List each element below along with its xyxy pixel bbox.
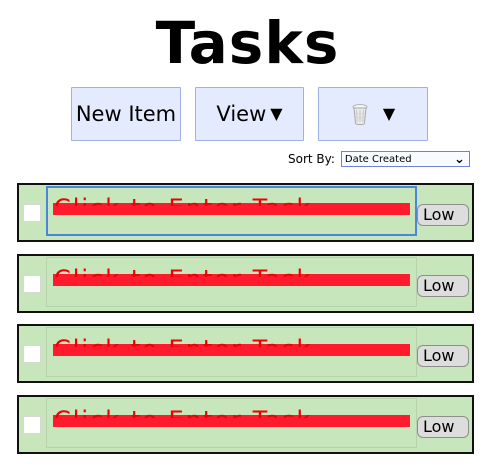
delete-button-content: ▼ xyxy=(351,103,395,125)
delete-caret-icon: ▼ xyxy=(382,104,396,123)
task-row: Click to Enter Task Low xyxy=(17,183,474,242)
view-button-label: View xyxy=(216,101,267,126)
task-entry[interactable]: Click to Enter Task xyxy=(46,257,417,307)
new-item-button[interactable]: New Item xyxy=(71,87,181,141)
task-row: Click to Enter Task Low xyxy=(17,395,474,454)
task-entry[interactable]: Click to Enter Task xyxy=(46,327,417,377)
trash-icon xyxy=(352,104,368,125)
task-checkbox[interactable] xyxy=(23,345,41,363)
new-item-button-label: New Item xyxy=(75,101,177,126)
sort-selected-value: Date Created xyxy=(344,153,412,165)
priority-button[interactable]: Low xyxy=(417,204,469,226)
task-row: Click to Enter Task Low xyxy=(17,324,474,383)
sort-bar: Sort By: Date Created ⌄ xyxy=(288,150,470,168)
task-checkbox[interactable] xyxy=(23,416,41,434)
priority-button[interactable]: Low xyxy=(417,416,469,438)
view-caret-icon: ▼ xyxy=(270,104,283,123)
task-checkbox[interactable] xyxy=(23,275,41,293)
task-checkbox[interactable] xyxy=(23,204,41,222)
delete-menu-button[interactable]: ▼ xyxy=(318,87,428,141)
chevron-down-icon: ⌄ xyxy=(454,151,465,167)
task-row: Click to Enter Task Low xyxy=(17,254,474,313)
task-entry[interactable]: Click to Enter Task xyxy=(46,398,417,448)
task-entry[interactable]: Click to Enter Task xyxy=(46,186,417,236)
page-title: Tasks xyxy=(155,9,340,77)
sort-label: Sort By: xyxy=(288,152,335,166)
view-menu-button[interactable]: View ▼ xyxy=(195,87,304,141)
priority-button[interactable]: Low xyxy=(417,345,469,367)
priority-button[interactable]: Low xyxy=(417,275,469,297)
sort-select[interactable]: Date Created ⌄ xyxy=(340,151,470,167)
